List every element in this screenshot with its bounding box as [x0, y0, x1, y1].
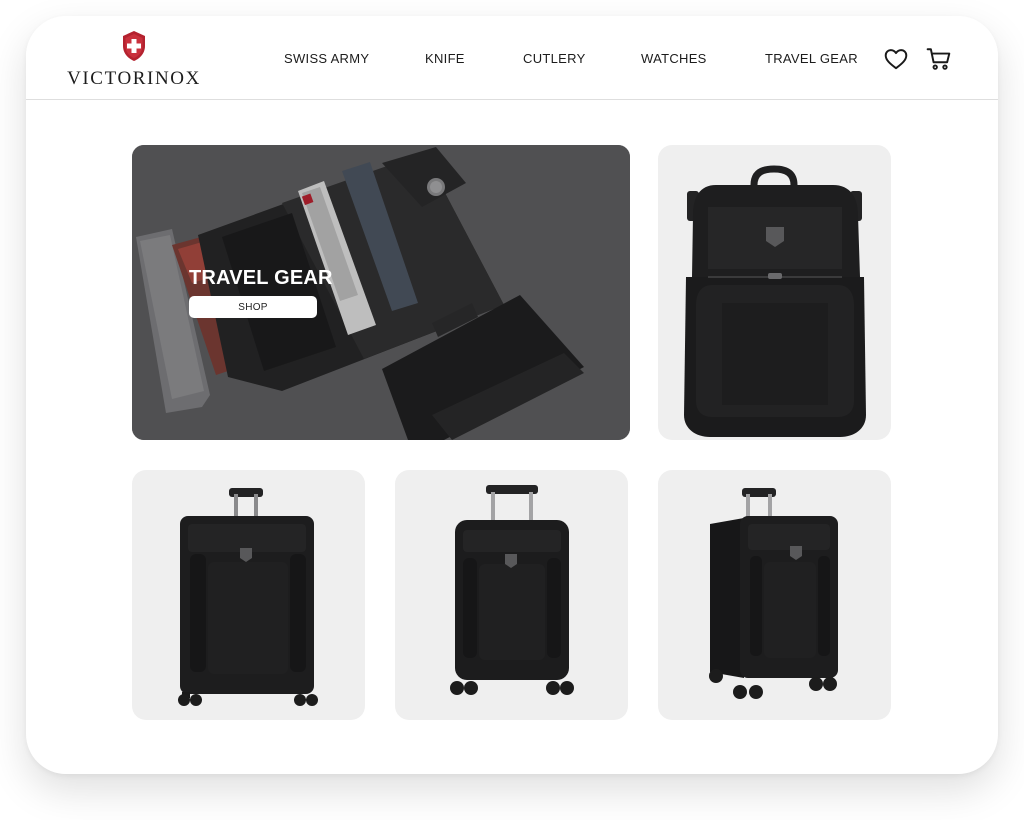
large-suitcase-image: [178, 488, 318, 706]
nav-item-watches[interactable]: WATCHES: [641, 51, 707, 66]
brand-name: VICTORINOX: [67, 68, 201, 89]
nav-item-cutlery[interactable]: CUTLERY: [523, 51, 586, 66]
product-tile-large-suitcase[interactable]: [132, 470, 365, 720]
nav-item-travel-gear[interactable]: TRAVEL GEAR: [765, 51, 858, 66]
brand-logo[interactable]: VICTORINOX: [66, 30, 202, 92]
hero-banner[interactable]: TRAVEL GEAR SHOP: [132, 145, 630, 440]
nav-item-knife[interactable]: KNIFE: [425, 51, 465, 66]
backpack-image: [684, 165, 866, 437]
expandable-suitcase-image: [709, 488, 838, 699]
product-tile-carry-on-suitcase[interactable]: [395, 470, 628, 720]
product-tile-expandable-suitcase[interactable]: [658, 470, 891, 720]
cart-icon[interactable]: [926, 46, 952, 72]
heart-icon[interactable]: [883, 46, 909, 72]
wallet-and-cardholder-image: [132, 145, 630, 440]
hero-title: TRAVEL GEAR: [189, 267, 333, 289]
site-header: VICTORINOX SWISS ARMY KNIFE CUTLERY WATC…: [26, 16, 998, 100]
shop-button[interactable]: SHOP: [189, 296, 317, 318]
nav-item-swiss-army[interactable]: SWISS ARMY: [284, 51, 369, 66]
carry-on-suitcase-image: [450, 485, 574, 695]
product-tile-backpack[interactable]: [658, 145, 891, 440]
cross-shield-icon: [123, 31, 145, 61]
page-card: VICTORINOX SWISS ARMY KNIFE CUTLERY WATC…: [26, 16, 998, 774]
